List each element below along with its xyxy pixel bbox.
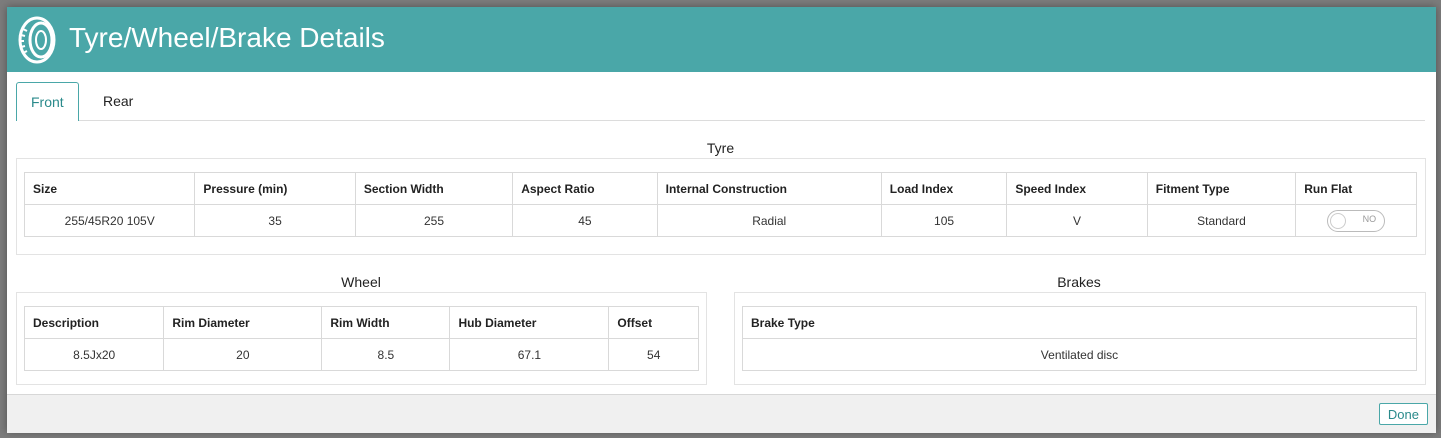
table-row: Ventilated disc bbox=[742, 338, 1417, 371]
tyre-col-run-flat: Run Flat bbox=[1295, 172, 1417, 205]
wheel-rim-width-value: 8.5 bbox=[321, 338, 451, 371]
tyre-section-width-value: 255 bbox=[354, 204, 514, 237]
wheel-col-description: Description bbox=[23, 306, 165, 339]
brakes-table: Brake Type Ventilated disc bbox=[742, 306, 1417, 371]
tyre-pressure-value: 35 bbox=[194, 204, 356, 237]
tyre-col-section-width: Section Width bbox=[354, 172, 514, 205]
tyre-internal-construction-value: Radial bbox=[656, 204, 882, 237]
tyre-col-speed-index: Speed Index bbox=[1006, 172, 1148, 205]
wheel-hub-diameter-value: 67.1 bbox=[449, 338, 610, 371]
tyre-load-index-value: 105 bbox=[880, 204, 1008, 237]
table-row: 8.5Jx20 20 8.5 67.1 54 bbox=[23, 338, 699, 371]
run-flat-toggle-label: NO bbox=[1362, 213, 1377, 224]
tyre-wheel-brake-modal: Tyre/Wheel/Brake Details Front Rear Tyre… bbox=[7, 7, 1436, 433]
wheel-description-value: 8.5Jx20 bbox=[23, 338, 165, 371]
tyre-header-row: Size Pressure (min) Section Width Aspect… bbox=[23, 172, 1417, 205]
toggle-knob bbox=[1330, 212, 1347, 229]
tab-rear[interactable]: Rear bbox=[89, 82, 147, 120]
brakes-header-row: Brake Type bbox=[742, 306, 1417, 339]
tyre-col-internal-construction: Internal Construction bbox=[656, 172, 882, 205]
tyre-col-pressure: Pressure (min) bbox=[194, 172, 356, 205]
wheel-col-rim-width: Rim Width bbox=[321, 306, 451, 339]
tyre-aspect-ratio-value: 45 bbox=[512, 204, 658, 237]
modal-title: Tyre/Wheel/Brake Details bbox=[69, 22, 385, 53]
tyre-speed-index-value: V bbox=[1006, 204, 1148, 237]
wheel-header-row: Description Rim Diameter Rim Width Hub D… bbox=[23, 306, 699, 339]
modal-footer: Done bbox=[7, 394, 1436, 433]
table-row: 255/45R20 105V 35 255 45 Radial 105 V St… bbox=[23, 204, 1417, 237]
tyre-table: Size Pressure (min) Section Width Aspect… bbox=[23, 172, 1417, 237]
wheel-col-offset: Offset bbox=[608, 306, 699, 339]
brakes-col-brake-type: Brake Type bbox=[742, 306, 1417, 339]
tab-front[interactable]: Front bbox=[16, 82, 79, 121]
wheel-offset-value: 54 bbox=[608, 338, 699, 371]
tyre-col-fitment-type: Fitment Type bbox=[1146, 172, 1297, 205]
wheel-section-title: Wheel bbox=[341, 274, 381, 290]
tyre-col-load-index: Load Index bbox=[880, 172, 1008, 205]
tyre-size-value: 255/45R20 105V bbox=[23, 204, 196, 237]
wheel-table: Description Rim Diameter Rim Width Hub D… bbox=[23, 306, 699, 371]
wheel-col-rim-diameter: Rim Diameter bbox=[163, 306, 323, 339]
modal-header: Tyre/Wheel/Brake Details bbox=[7, 7, 1436, 72]
tyre-fitment-type-value: Standard bbox=[1146, 204, 1297, 237]
tyre-col-aspect-ratio: Aspect Ratio bbox=[512, 172, 658, 205]
position-tabs: Front Rear bbox=[16, 82, 1425, 121]
brake-type-value: Ventilated disc bbox=[742, 338, 1417, 371]
run-flat-cell: NO bbox=[1295, 204, 1417, 237]
brakes-section-title: Brakes bbox=[1057, 274, 1101, 290]
tyre-icon bbox=[18, 16, 56, 64]
done-button[interactable]: Done bbox=[1378, 403, 1428, 425]
run-flat-toggle[interactable]: NO bbox=[1327, 209, 1386, 232]
wheel-rim-diameter-value: 20 bbox=[163, 338, 323, 371]
wheel-col-hub-diameter: Hub Diameter bbox=[449, 306, 610, 339]
tyre-col-size: Size bbox=[23, 172, 196, 205]
tyre-section-title: Tyre bbox=[706, 140, 735, 156]
